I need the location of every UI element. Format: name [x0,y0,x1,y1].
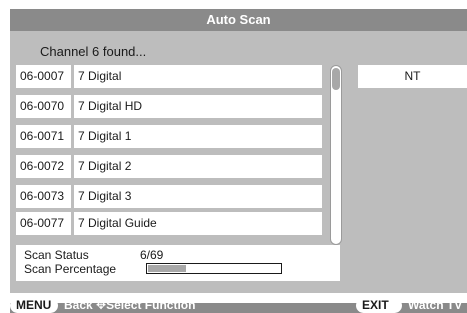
channel-name: 7 Digital 3 [74,185,322,208]
scan-progress-fill [148,265,187,272]
directional-arrows-icon: ✥ [96,298,107,312]
exit-button[interactable]: EXIT [356,298,402,313]
auto-scan-screen: Auto Scan Channel 6 found... 06-0007 7 D… [0,0,467,313]
scrollbar-thumb[interactable] [332,68,340,90]
watch-tv-label: Watch TV [408,298,463,312]
channel-name: 7 Digital Guide [74,212,322,235]
channel-name: 7 Digital 1 [74,125,322,148]
scan-status-label: Scan Status [24,248,89,262]
region-label: NT [358,65,467,88]
scan-status-box: Scan Status 6/69 Scan Percentage [16,245,340,281]
channel-code: 06-0077 [16,212,71,235]
footer-help: MENU Back ✥Select Function EXIT Watch TV [10,298,467,313]
channel-code: 06-0071 [16,125,71,148]
channel-code: 06-0073 [16,185,71,208]
channel-name: 7 Digital HD [74,95,322,118]
channel-name: 7 Digital [74,65,322,88]
channel-code: 06-0007 [16,65,71,88]
channel-list-scrollbar[interactable] [330,65,342,245]
window-title: Auto Scan [10,9,467,31]
channels-found-message: Channel 6 found... [40,44,147,59]
menu-button[interactable]: MENU [10,298,58,313]
scan-percentage-label: Scan Percentage [24,262,117,276]
footer-back-hint: Back ✥Select Function [64,298,195,313]
channel-code: 06-0072 [16,155,71,178]
scan-progress-bar [146,263,282,274]
channel-name: 7 Digital 2 [74,155,322,178]
scan-status-value: 6/69 [140,248,164,262]
select-function-label: Select Function [106,298,196,312]
channel-code: 06-0070 [16,95,71,118]
back-label: Back [64,298,93,312]
